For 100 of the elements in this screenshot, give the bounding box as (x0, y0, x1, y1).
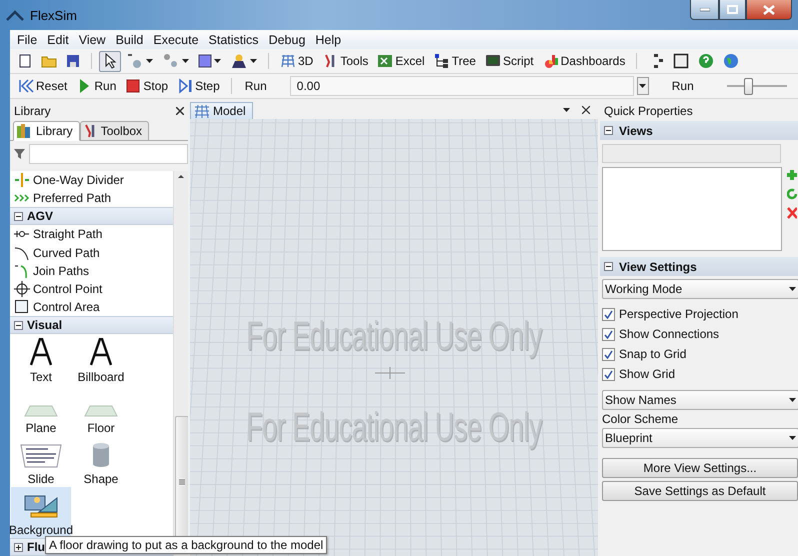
library-item[interactable]: Preferred Path (10, 189, 173, 208)
view-name-field[interactable] (602, 144, 781, 163)
close-button[interactable] (746, 0, 792, 20)
minimize-icon (700, 8, 710, 12)
maximize-button[interactable] (719, 0, 746, 20)
speed-slider-thumb[interactable] (744, 78, 753, 95)
minimize-button[interactable] (690, 0, 719, 20)
crosshair-icon (375, 367, 405, 379)
toolbar-button[interactable]: 3D (276, 50, 318, 72)
section-header[interactable]: Views (600, 121, 798, 140)
run-time-field: 0.00 (290, 76, 634, 96)
section-header[interactable]: View Settings (600, 257, 798, 276)
expand-icon[interactable] (14, 542, 23, 552)
run-control-button[interactable]: Step (173, 76, 224, 96)
library-tile[interactable]: Billboard (71, 334, 131, 386)
logo-icon (6, 9, 24, 21)
names-dropdown[interactable]: Show Names (602, 390, 798, 410)
option-checkbox[interactable]: Perspective Projection (602, 304, 798, 324)
close-icon[interactable] (582, 106, 590, 114)
person-icon (230, 53, 248, 69)
menu-item[interactable]: Debug (264, 32, 310, 46)
pointer-button[interactable] (99, 50, 121, 72)
letter-icon (90, 338, 112, 366)
caret-icon (250, 59, 257, 63)
library-tile[interactable]: Background (11, 487, 71, 538)
checkbox[interactable] (602, 308, 615, 320)
menu-item[interactable]: Help (310, 32, 346, 46)
library-item[interactable]: Join Paths (10, 262, 173, 280)
close-icon[interactable] (176, 107, 184, 115)
library-tile[interactable]: Floor (71, 385, 131, 436)
plane-icon (84, 405, 118, 418)
toolbar-button[interactable]: Script (480, 50, 538, 72)
arc-icon (14, 244, 30, 261)
library-tile[interactable]: Plane (11, 385, 71, 436)
books-icon (16, 124, 32, 138)
document-tab[interactable]: Model (190, 102, 253, 119)
panel-title: Library (14, 104, 51, 118)
library-tile[interactable]: Text (11, 334, 71, 386)
caret-icon (789, 398, 796, 402)
crosshair-icon (14, 281, 30, 298)
save-icon (66, 54, 80, 68)
tools-icon (82, 124, 97, 138)
library-item[interactable]: Control Area (10, 298, 173, 316)
run-time-label: Run (244, 79, 268, 93)
library-group-header[interactable]: AGV (10, 207, 173, 226)
toolbar-button[interactable]: Dashboards (538, 50, 630, 72)
option-checkbox[interactable]: Show Grid (602, 364, 798, 384)
step-icon (177, 78, 194, 94)
collapse-icon[interactable] (604, 262, 613, 271)
toolbar-button[interactable]: Tools (318, 50, 372, 72)
panel-tab[interactable]: Library (13, 121, 80, 141)
settings-button[interactable]: More View Settings... (602, 458, 798, 478)
add-icon (787, 167, 797, 183)
menu-item[interactable]: Execute (148, 32, 204, 46)
library-item[interactable]: Straight Path (10, 225, 173, 244)
library-tile[interactable]: Shape (71, 436, 131, 488)
caret-icon (789, 287, 796, 291)
option-checkbox[interactable]: Show Connections (602, 324, 798, 344)
dropdown-button[interactable] (636, 77, 649, 95)
mode-dropdown[interactable]: Working Mode (602, 279, 798, 299)
panel-title: Quick Properties (604, 104, 693, 118)
menu-item[interactable]: Build (110, 32, 148, 46)
close-icon (763, 4, 775, 14)
toolbar-button[interactable]: Excel (373, 50, 429, 72)
collapse-icon[interactable] (14, 320, 23, 330)
menu-item[interactable]: File (12, 32, 42, 46)
collapse-icon[interactable] (14, 212, 23, 221)
refresh-icon (787, 186, 797, 202)
dropdown-icon (563, 108, 570, 112)
checkbox[interactable] (602, 328, 615, 340)
library-item[interactable]: One-Way Divider (10, 171, 173, 190)
divider-icon (14, 172, 30, 188)
library-tile[interactable]: Slide (11, 436, 71, 488)
toolbar-button[interactable]: Tree (430, 50, 480, 72)
run-control-button[interactable]: Reset (14, 76, 72, 96)
library-item[interactable]: Control Point (10, 280, 173, 298)
globe-icon (723, 53, 740, 69)
menu-item[interactable]: Statistics (204, 32, 264, 46)
run-control-button[interactable]: Stop (121, 76, 172, 96)
library-group-header[interactable]: Visual (10, 316, 173, 334)
settings-button[interactable]: Save Settings as Default (602, 481, 798, 501)
window-icon (673, 53, 690, 69)
square-icon (198, 54, 212, 68)
delete-icon (787, 205, 797, 221)
menu-item[interactable]: View (74, 32, 111, 46)
filter-icon (14, 149, 25, 159)
library-item[interactable]: Curved Path (10, 243, 173, 262)
color-scheme-dropdown[interactable]: Blueprint (602, 428, 798, 448)
panel-tab[interactable]: Toolbox (80, 121, 150, 140)
checkbox[interactable] (602, 348, 615, 360)
filter-field[interactable] (29, 144, 188, 164)
window-title: FlexSim (30, 8, 77, 22)
option-checkbox[interactable]: Snap to Grid (602, 344, 798, 364)
menu-item[interactable]: Edit (42, 32, 74, 46)
collapse-icon[interactable] (604, 126, 613, 135)
caret-icon (789, 436, 796, 440)
run-control-button[interactable]: Run (72, 76, 120, 96)
terminal-icon (484, 53, 501, 69)
caret-icon (639, 84, 646, 88)
checkbox[interactable] (602, 368, 615, 380)
